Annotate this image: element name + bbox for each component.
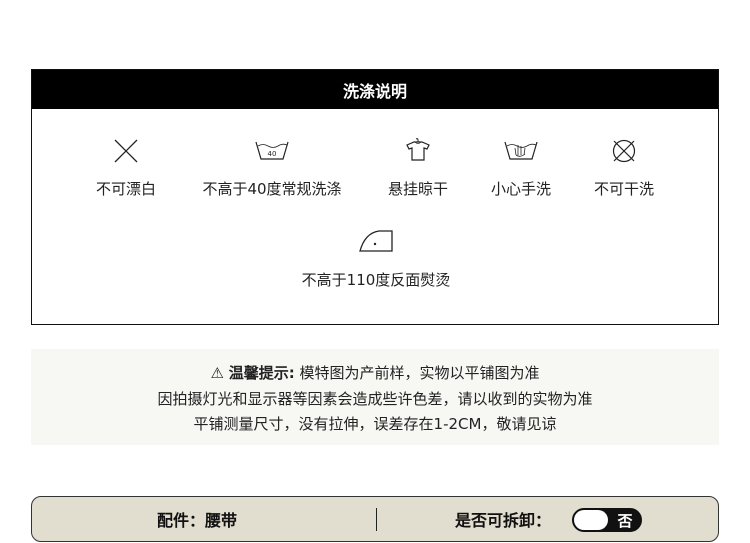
- hang-dry-icon: [398, 137, 438, 165]
- wash-40-icon: 40: [252, 137, 292, 165]
- care-label-iron-110: 不高于110度反面熨烫: [301, 271, 451, 289]
- removable-value: 否: [617, 511, 633, 530]
- care-instructions-title: 洗涤说明: [32, 70, 718, 109]
- care-label-no-dry-clean: 不可干洗: [594, 180, 655, 198]
- care-label-hand-wash: 小心手洗: [491, 180, 552, 198]
- care-label-wash-40: 不高于40度常规洗涤: [202, 180, 342, 198]
- no-bleach-icon: [106, 137, 146, 165]
- care-item-hand-wash: 小心手洗: [491, 137, 551, 199]
- notice-panel: ⚠ 温馨提示: 模特图为产前样，实物以平铺图为准 因拍摄灯光和显示器等因素会造成…: [31, 349, 719, 445]
- care-instructions-panel: 洗涤说明 不可漂白 40 不高于40度常规洗涤 悬挂晾干 小心手洗 不可干洗 不…: [31, 69, 719, 325]
- care-item-hang-dry: 悬挂晾干: [388, 137, 448, 199]
- care-item-no-dry-clean: 不可干洗: [594, 137, 654, 199]
- removable-label: 是否可拆卸：: [455, 511, 552, 530]
- toggle-knob: [574, 510, 608, 530]
- warning-icon: ⚠: [210, 364, 224, 382]
- notice-first-line: ⚠ 温馨提示: 模特图为产前样，实物以平铺图为准: [31, 362, 719, 383]
- iron-110-icon: [356, 228, 396, 256]
- wash-temperature-text: 40: [268, 150, 277, 158]
- care-item-iron-110: 不高于110度反面熨烫: [302, 228, 451, 290]
- accessory-label: 配件：腰带: [157, 511, 238, 530]
- notice-title: 温馨提示:: [228, 364, 295, 382]
- care-label-hang-dry: 悬挂晾干: [388, 180, 449, 198]
- care-item-wash-40: 40 不高于40度常规洗涤: [202, 137, 342, 199]
- accessory-bar: 配件：腰带 是否可拆卸： 否: [31, 496, 719, 542]
- notice-text-3: 平铺测量尺寸，没有拉伸，误差存在1-2CM，敬请见谅: [193, 415, 557, 433]
- hand-wash-icon: [501, 137, 541, 165]
- bar-divider: [376, 508, 377, 531]
- care-label-no-bleach: 不可漂白: [96, 180, 157, 198]
- notice-text-2: 因拍摄灯光和显示器等因素会造成些许色差，请以收到的实物为准: [157, 390, 593, 408]
- no-dry-clean-icon: [604, 137, 644, 165]
- care-item-no-bleach: 不可漂白: [96, 137, 156, 199]
- removable-toggle[interactable]: 否: [572, 508, 642, 532]
- notice-text-1: 模特图为产前样，实物以平铺图为准: [299, 364, 540, 382]
